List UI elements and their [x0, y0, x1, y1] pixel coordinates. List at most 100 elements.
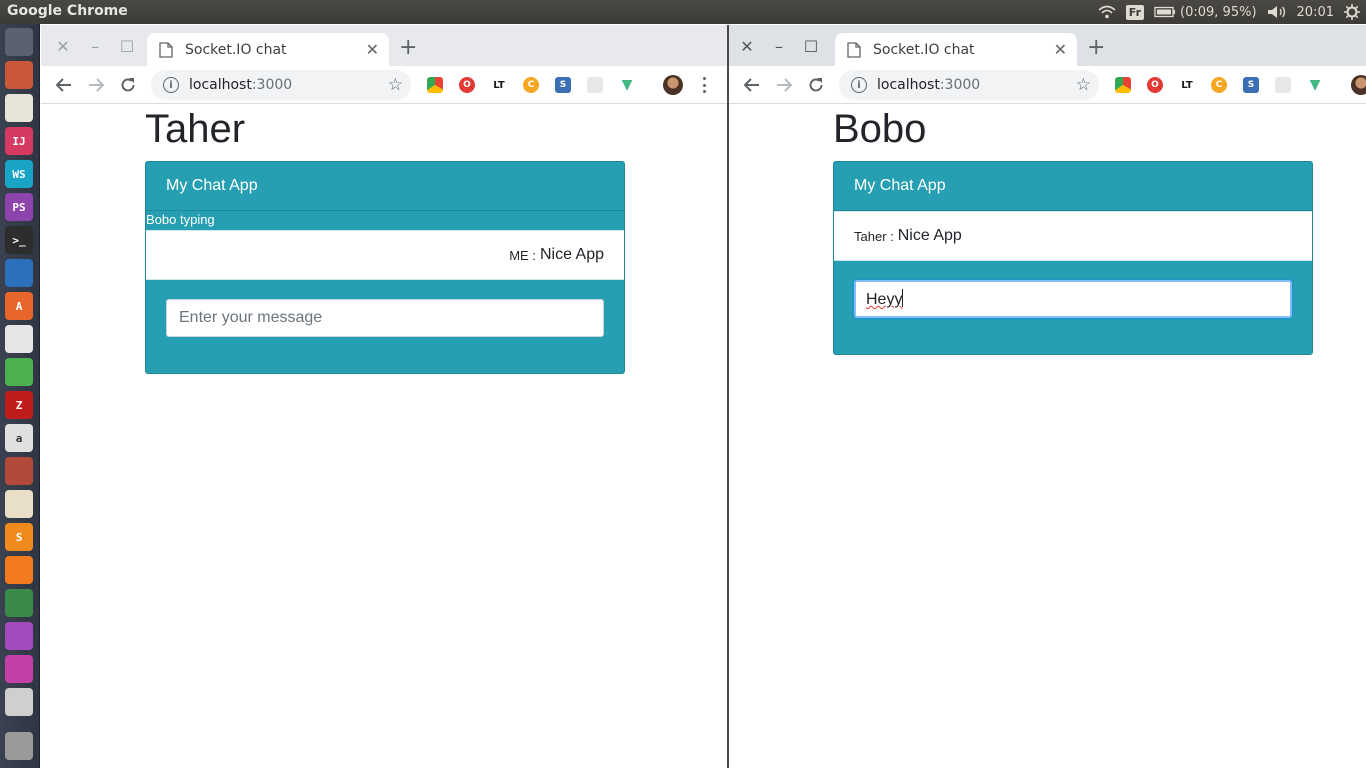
unity-launcher: IJ WS PS >_ A Za S [0, 24, 40, 768]
keyboard-layout-indicator[interactable]: Fr [1125, 4, 1145, 20]
extension-grid-icon[interactable] [1275, 77, 1291, 93]
close-window-icon[interactable]: ✕ [47, 35, 79, 57]
extension-vue-icon[interactable]: ▼ [619, 77, 635, 93]
bookmark-star-icon[interactable]: ☆ [1076, 75, 1091, 95]
extension-c-icon[interactable]: C [1211, 77, 1227, 93]
reload-icon[interactable] [805, 74, 827, 96]
text-editor-icon[interactable] [5, 94, 33, 122]
trash-icon[interactable] [5, 732, 33, 760]
system-settings-icon[interactable] [5, 457, 33, 485]
chat-card-header: My Chat App [146, 162, 624, 211]
extension-languagetool-icon[interactable]: LT [1179, 77, 1195, 93]
message-input[interactable] [854, 280, 1292, 318]
extension-c-icon[interactable]: C [523, 77, 539, 93]
address-bar[interactable]: i localhost:3000 ☆ [839, 70, 1099, 100]
chat-card-footer: Heyy [834, 261, 1312, 354]
webstorm-icon[interactable]: WS [5, 160, 33, 188]
tab-strip: ✕ – ☐ Socket.IO chat ✕ + [41, 25, 727, 66]
app-window-icon[interactable] [5, 655, 33, 683]
page-username-heading: Taher [145, 107, 246, 151]
new-tab-icon[interactable]: + [1087, 35, 1105, 60]
new-tab-icon[interactable]: + [399, 35, 417, 60]
site-info-icon[interactable]: i [163, 77, 179, 93]
battery-text: (0:09, 95%) [1180, 4, 1257, 20]
message-input[interactable] [166, 299, 604, 337]
site-info-icon[interactable]: i [851, 77, 867, 93]
profile-avatar[interactable] [1351, 75, 1366, 95]
phpstorm-icon[interactable]: PS [5, 193, 33, 221]
message-list: Taher : Nice App [834, 211, 1312, 261]
system-top-panel: Google Chrome Fr (0:09, 95%) 20:01 [0, 0, 1366, 24]
drive-icon[interactable] [5, 688, 33, 716]
typing-indicator: Bobo typing [146, 212, 215, 227]
tab-close-icon[interactable]: ✕ [1054, 40, 1067, 59]
forward-arrow-icon[interactable] [773, 74, 795, 96]
chat-card: My Chat App Bobo typing ME : Nice App [145, 161, 625, 374]
tab-title: Socket.IO chat [185, 41, 287, 58]
extension-opera-icon[interactable]: O [459, 77, 475, 93]
profile-avatar[interactable] [663, 75, 683, 95]
extension-opera-icon[interactable]: O [1147, 77, 1163, 93]
extension-google-icon[interactable] [427, 77, 443, 93]
message-text: Nice App [539, 246, 604, 263]
clock[interactable]: 20:01 [1297, 5, 1334, 20]
workspace-switcher-icon[interactable] [5, 622, 33, 650]
forward-arrow-icon[interactable] [85, 74, 107, 96]
browser-menu-icon[interactable] [703, 77, 707, 93]
message-input-wrapper: Heyy [854, 280, 1292, 318]
software-center-icon[interactable]: A [5, 292, 33, 320]
evolution-icon[interactable] [5, 325, 33, 353]
chat-card-header: My Chat App [834, 162, 1312, 211]
minimize-window-icon[interactable]: – [763, 35, 795, 57]
extension-s-icon[interactable]: S [1243, 77, 1259, 93]
chat-card: My Chat App Taher : Nice App Heyy [833, 161, 1313, 355]
extension-grid-icon[interactable] [587, 77, 603, 93]
sublime-text-icon[interactable]: S [5, 523, 33, 551]
page-content: Bobo My Chat App Taher : Nice App Heyy [729, 105, 1366, 768]
message-list: ME : Nice App [146, 230, 624, 280]
minimize-window-icon[interactable]: – [79, 35, 111, 57]
reload-icon[interactable] [117, 74, 139, 96]
wifi-icon[interactable] [1098, 5, 1116, 19]
intellij-icon[interactable]: IJ [5, 127, 33, 155]
tab-close-icon[interactable]: ✕ [366, 40, 379, 59]
address-bar[interactable]: i localhost:3000 ☆ [151, 70, 411, 100]
message-sender: ME : [509, 247, 536, 263]
tab-socketio-chat[interactable]: Socket.IO chat ✕ [835, 33, 1077, 66]
ubuntu-dash-icon[interactable] [5, 28, 33, 56]
filezilla-icon[interactable]: Z [5, 391, 33, 419]
page-favicon-icon [159, 41, 173, 58]
page-favicon-icon [847, 41, 861, 58]
back-arrow-icon[interactable] [53, 74, 75, 96]
tab-title: Socket.IO chat [873, 41, 975, 58]
message-sender: Taher : [854, 228, 894, 244]
update-manager-icon[interactable] [5, 589, 33, 617]
tab-socketio-chat[interactable]: Socket.IO chat ✕ [147, 33, 389, 66]
vscode-icon[interactable] [5, 259, 33, 287]
back-arrow-icon[interactable] [741, 74, 763, 96]
safari-compass-icon[interactable] [5, 556, 33, 584]
amazon-icon[interactable]: a [5, 424, 33, 452]
active-app-title: Google Chrome [7, 3, 128, 19]
extension-s-icon[interactable]: S [555, 77, 571, 93]
page-content: Taher My Chat App Bobo typing ME : Nice … [41, 105, 727, 768]
browser-window-bobo: ✕ – ☐ Socket.IO chat ✕ + i localhost:300… [729, 25, 1366, 768]
battery-icon [1154, 6, 1176, 18]
file-manager-icon[interactable] [5, 61, 33, 89]
chrome-icon[interactable] [5, 358, 33, 386]
extension-google-icon[interactable] [1115, 77, 1131, 93]
power-settings-icon[interactable] [1344, 4, 1360, 20]
document-viewer-icon[interactable] [5, 490, 33, 518]
terminal-icon[interactable]: >_ [5, 226, 33, 254]
maximize-window-icon[interactable]: ☐ [111, 35, 143, 57]
battery-indicator[interactable]: (0:09, 95%) [1154, 5, 1257, 20]
maximize-window-icon[interactable]: ☐ [795, 35, 827, 57]
page-username-heading: Bobo [833, 107, 927, 151]
url-host: localhost [189, 77, 252, 93]
volume-icon[interactable] [1267, 5, 1287, 19]
extension-vue-icon[interactable]: ▼ [1307, 77, 1323, 93]
close-window-icon[interactable]: ✕ [731, 35, 763, 57]
extension-languagetool-icon[interactable]: LT [491, 77, 507, 93]
bookmark-star-icon[interactable]: ☆ [388, 75, 403, 95]
browser-toolbar: i localhost:3000 ☆ O LT C S ▼ [41, 66, 727, 104]
